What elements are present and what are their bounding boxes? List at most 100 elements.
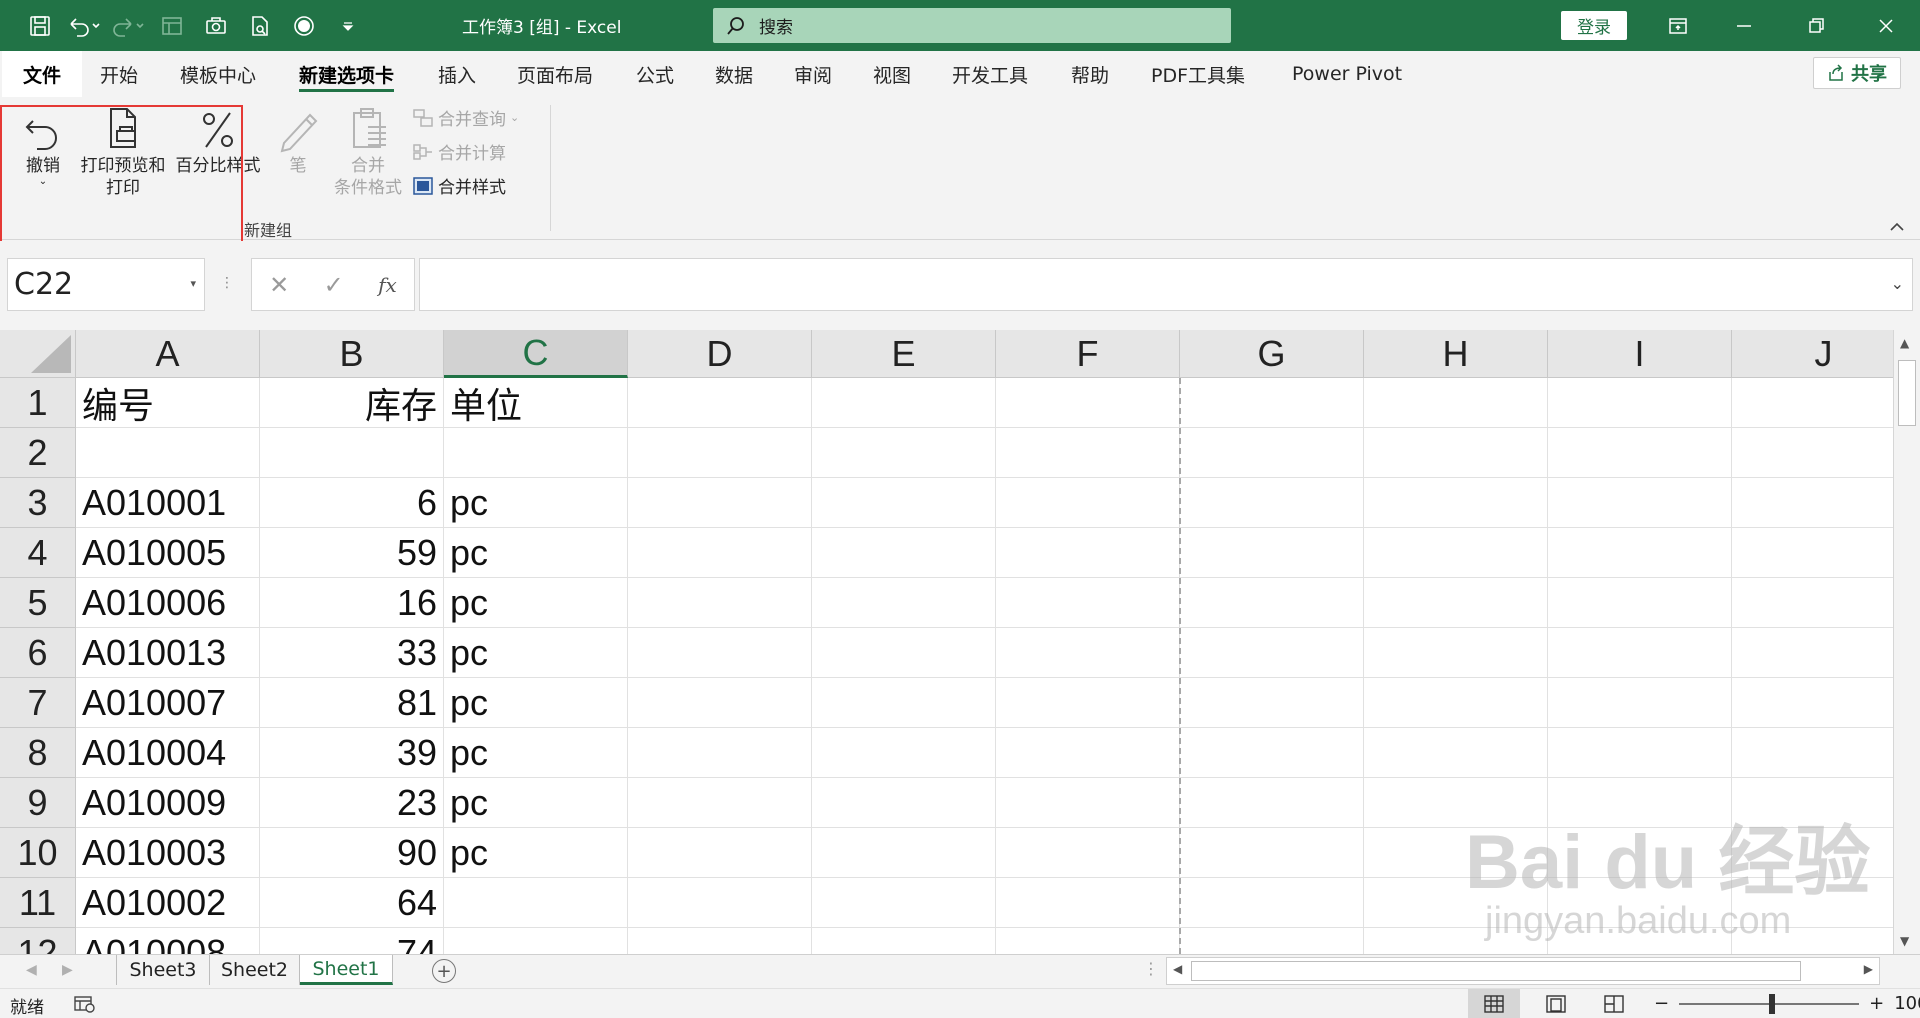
cell[interactable] [1732, 878, 1893, 928]
sheet-tab-active[interactable]: Sheet1 [300, 955, 393, 985]
insert-function-button[interactable]: fx [378, 273, 397, 297]
merge-conditional-format-button[interactable]: 合并 条件格式 [330, 103, 406, 199]
cell[interactable] [628, 528, 812, 578]
scroll-right-arrow[interactable]: ▶ [1864, 962, 1873, 976]
row-header[interactable]: 6 [0, 628, 76, 678]
undo-button[interactable] [64, 6, 104, 46]
vertical-scrollbar[interactable]: ▲ ▼ [1893, 330, 1920, 954]
cell[interactable] [812, 728, 996, 778]
cell[interactable] [812, 628, 996, 678]
sheet-tab[interactable]: Sheet3 [116, 955, 210, 985]
cell[interactable] [1180, 928, 1364, 954]
cell[interactable] [812, 378, 996, 428]
print-preview-ribbon-button[interactable]: 打印预览和 打印 [76, 103, 170, 199]
cell[interactable] [444, 428, 628, 478]
cell[interactable] [1548, 528, 1732, 578]
save-button[interactable] [20, 6, 60, 46]
merge-query-button[interactable]: 合并查询 ⌄ [412, 105, 519, 130]
cell[interactable] [996, 478, 1180, 528]
cell[interactable]: A010013 [76, 628, 260, 678]
cell[interactable] [260, 428, 444, 478]
cell[interactable] [996, 428, 1180, 478]
cell[interactable] [1548, 928, 1732, 954]
cell[interactable] [1180, 628, 1364, 678]
tab-pdf-tools[interactable]: PDF工具集 [1151, 51, 1245, 97]
cell[interactable]: 74 [260, 928, 444, 954]
cell[interactable] [1364, 678, 1548, 728]
column-header-selected[interactable]: C [444, 330, 628, 378]
cell[interactable]: pc [444, 578, 628, 628]
worksheet-grid[interactable]: A B C D E F G H I J 1 编号 库存 单位 2 3 A010001 6 pc 4… [0, 330, 1893, 954]
ribbon-display-options-button[interactable] [1650, 0, 1706, 51]
column-header[interactable]: J [1732, 330, 1893, 378]
scroll-down-arrow[interactable]: ▼ [1900, 934, 1909, 948]
cell[interactable]: A010003 [76, 828, 260, 878]
cell[interactable]: A010005 [76, 528, 260, 578]
tab-split-handle[interactable]: ⋮ [1143, 959, 1159, 978]
cell[interactable] [1364, 778, 1548, 828]
cell[interactable] [996, 778, 1180, 828]
row-header[interactable]: 4 [0, 528, 76, 578]
cell[interactable]: 90 [260, 828, 444, 878]
merge-style-button[interactable]: 合并样式 [412, 173, 506, 198]
cell[interactable] [1180, 828, 1364, 878]
column-header[interactable]: H [1364, 330, 1548, 378]
search-box[interactable]: 搜索 [713, 8, 1231, 43]
tab-developer[interactable]: 开发工具 [952, 51, 1028, 97]
zoom-slider-knob[interactable] [1769, 993, 1776, 1014]
cell[interactable] [1732, 378, 1893, 428]
sheet-next-arrow[interactable]: ▶ [62, 962, 73, 978]
cell[interactable] [1548, 578, 1732, 628]
cell[interactable] [1732, 578, 1893, 628]
cell[interactable] [628, 828, 812, 878]
row-header[interactable]: 8 [0, 728, 76, 778]
cell[interactable] [1732, 478, 1893, 528]
cell[interactable]: A010001 [76, 478, 260, 528]
column-header[interactable]: A [76, 330, 260, 378]
row-header[interactable]: 2 [0, 428, 76, 478]
cell[interactable] [628, 628, 812, 678]
cell[interactable]: pc [444, 628, 628, 678]
cell[interactable] [1364, 478, 1548, 528]
cell[interactable] [1732, 728, 1893, 778]
cell[interactable] [628, 378, 812, 428]
cell[interactable] [1364, 528, 1548, 578]
cell[interactable] [1548, 728, 1732, 778]
cell[interactable]: A010002 [76, 878, 260, 928]
cell[interactable] [1548, 478, 1732, 528]
cell[interactable] [812, 578, 996, 628]
cell[interactable] [1364, 878, 1548, 928]
login-button[interactable]: 登录 [1561, 11, 1627, 40]
row-header[interactable]: 10 [0, 828, 76, 878]
collapse-ribbon-button[interactable] [1889, 220, 1905, 236]
cell[interactable] [1732, 928, 1893, 954]
zoom-out-button[interactable]: − [1654, 993, 1669, 1014]
cell[interactable]: pc [444, 528, 628, 578]
page-layout-view-button[interactable] [1530, 989, 1582, 1018]
share-button[interactable]: 共享 [1813, 57, 1901, 89]
cell[interactable] [996, 678, 1180, 728]
cell[interactable] [1732, 778, 1893, 828]
row-header[interactable]: 1 [0, 378, 76, 428]
cell[interactable] [1548, 628, 1732, 678]
column-header[interactable]: G [1180, 330, 1364, 378]
cell[interactable]: A010004 [76, 728, 260, 778]
cell[interactable] [996, 828, 1180, 878]
cell[interactable] [76, 428, 260, 478]
cell[interactable] [1548, 678, 1732, 728]
cell[interactable] [996, 878, 1180, 928]
cell[interactable] [1364, 728, 1548, 778]
cell[interactable] [1180, 678, 1364, 728]
cell[interactable] [628, 728, 812, 778]
row-header[interactable]: 12 [0, 928, 76, 954]
scroll-thumb[interactable] [1898, 360, 1916, 426]
minimize-button[interactable] [1716, 0, 1772, 51]
cell[interactable]: 库存 [260, 378, 444, 428]
cell[interactable] [628, 478, 812, 528]
column-header[interactable]: B [260, 330, 444, 378]
cell[interactable] [812, 778, 996, 828]
horizontal-scrollbar[interactable]: ◀ ▶ [1166, 957, 1880, 985]
cell[interactable] [812, 678, 996, 728]
sheet-tab[interactable]: Sheet2 [210, 955, 300, 985]
cell[interactable] [996, 628, 1180, 678]
